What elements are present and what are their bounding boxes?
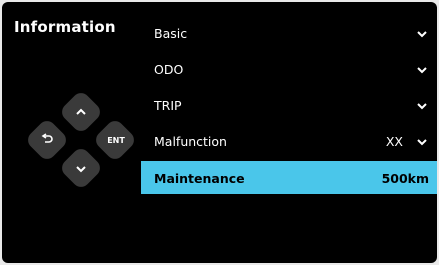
menu-item-label: Maintenance xyxy=(154,171,245,186)
menu-item-malfunction[interactable]: Malfunction XX xyxy=(141,125,437,159)
info-menu: Basic ODO TRIP Malfunction XX Maintenanc… xyxy=(141,17,437,196)
menu-item-trip[interactable]: TRIP xyxy=(141,89,437,123)
menu-item-label: Basic xyxy=(154,26,188,41)
page-title: Information xyxy=(14,18,116,36)
info-screen: Information Basic ODO TRIP Malfunction X… xyxy=(2,2,437,263)
chevron-down-icon[interactable] xyxy=(416,65,428,75)
menu-item-maintenance[interactable]: Maintenance 500km xyxy=(141,161,437,194)
chevron-down-icon xyxy=(76,166,86,173)
directional-pad: ENT xyxy=(24,88,138,194)
menu-item-odo[interactable]: ODO xyxy=(141,53,437,87)
menu-item-label: ODO xyxy=(154,62,184,77)
chevron-up-icon xyxy=(76,108,86,115)
chevron-down-icon[interactable] xyxy=(416,29,428,39)
chevron-down-icon[interactable] xyxy=(416,101,428,111)
enter-label: ENT xyxy=(107,135,125,145)
menu-item-basic[interactable]: Basic xyxy=(141,17,437,51)
chevron-down-icon[interactable] xyxy=(416,137,428,147)
back-icon xyxy=(41,133,53,143)
menu-item-value: XX xyxy=(385,134,403,149)
menu-item-label: TRIP xyxy=(154,98,182,113)
menu-item-label: Malfunction xyxy=(154,134,227,149)
menu-item-value: 500km xyxy=(381,171,429,186)
